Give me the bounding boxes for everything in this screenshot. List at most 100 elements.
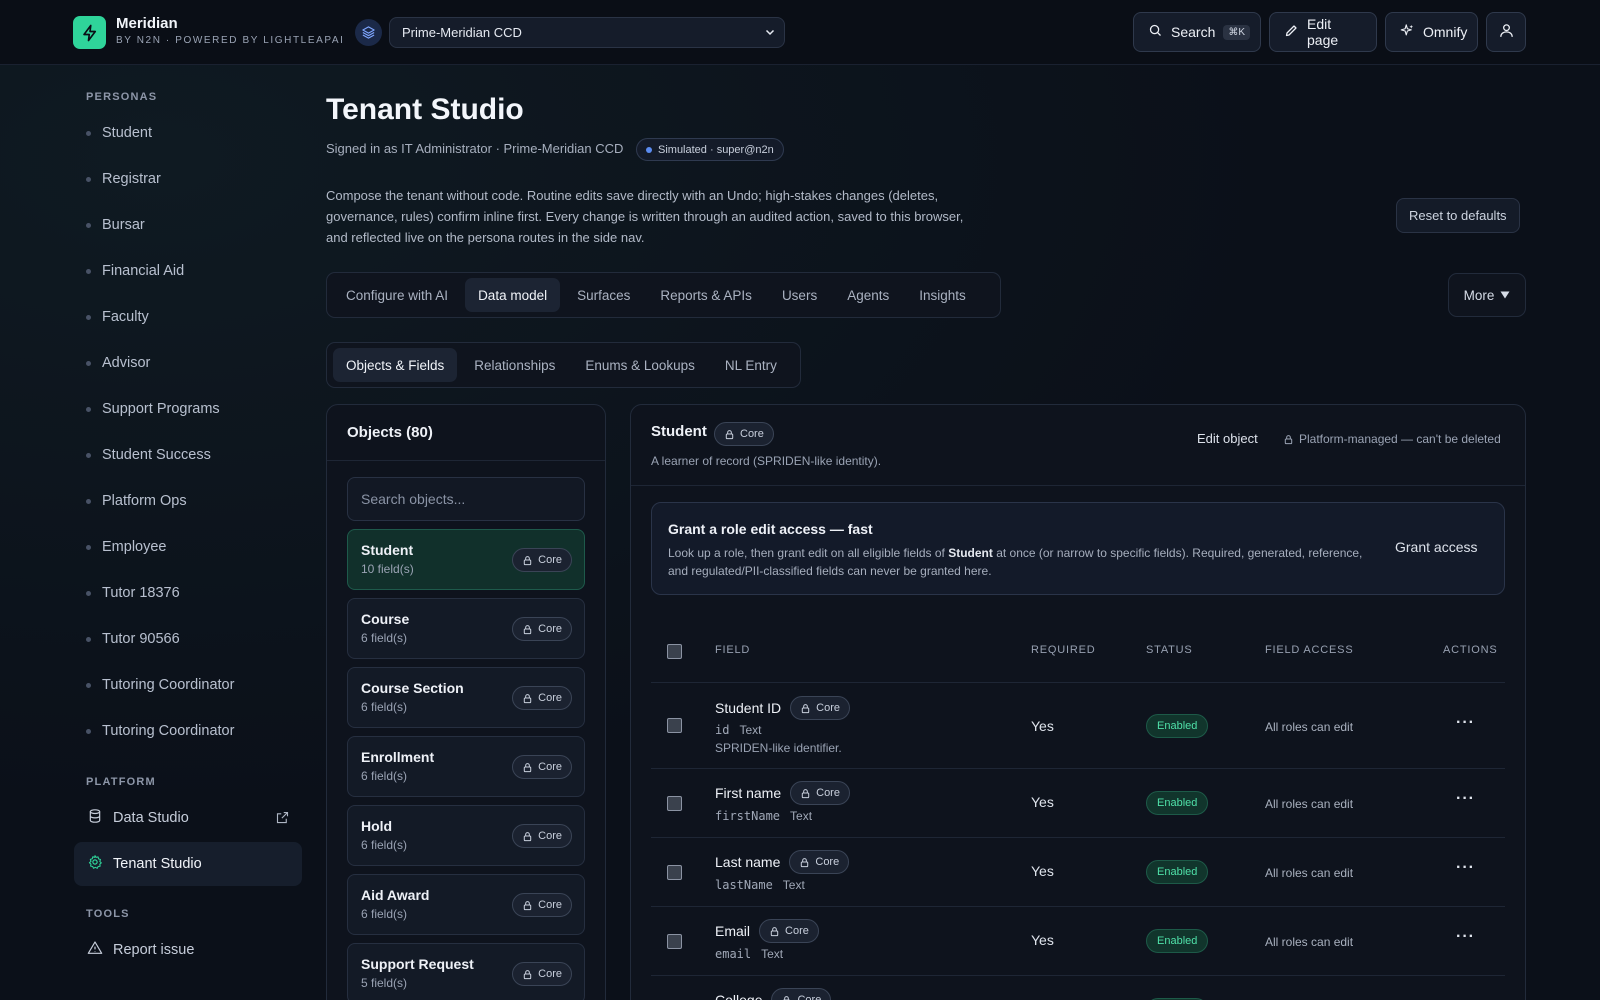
sidebar-item-tenant-studio[interactable]: Tenant Studio — [74, 842, 302, 886]
persona-support-programs[interactable]: Support Programs — [86, 397, 220, 421]
bullet-dot — [86, 314, 91, 320]
column-field-access: FIELD ACCESS — [1265, 644, 1354, 656]
core-badge: Core — [512, 962, 572, 986]
search-button[interactable]: Search ⌘K — [1133, 12, 1261, 52]
tab-relationships[interactable]: Relationships — [461, 348, 568, 382]
tab-configure-with-ai[interactable]: Configure with AI — [333, 278, 461, 312]
field-note: SPRIDEN-like identifier. — [715, 741, 842, 755]
persona-tutoring-coordinator-2[interactable]: Tutoring Coordinator — [86, 719, 234, 743]
persona-tutoring-coordinator[interactable]: Tutoring Coordinator — [86, 673, 234, 697]
object-card-enrollment[interactable]: Enrollment 6 field(s) Core — [347, 736, 585, 797]
object-card-aid-award[interactable]: Aid Award 6 field(s) Core — [347, 874, 585, 935]
grant-access-button[interactable]: Grant access — [1395, 539, 1477, 555]
more-actions-icon[interactable]: ··· — [1456, 790, 1475, 808]
persona-faculty[interactable]: Faculty — [86, 305, 149, 329]
more-tabs-button[interactable]: More — [1448, 273, 1526, 317]
row-checkbox[interactable] — [667, 718, 682, 733]
object-card-course[interactable]: Course 6 field(s) Core — [347, 598, 585, 659]
persona-bursar[interactable]: Bursar — [86, 213, 145, 237]
field-type: Text — [782, 878, 805, 892]
chevron-down-icon — [764, 26, 776, 41]
detail-title: Student — [651, 423, 707, 440]
tab-users[interactable]: Users — [769, 278, 830, 312]
app-subtitle: BY N2N · POWERED BY LIGHTLEAPAI — [116, 35, 345, 46]
tab-enums-lookups[interactable]: Enums & Lookups — [572, 348, 708, 382]
bolt-logo-icon[interactable] — [73, 16, 106, 49]
core-badge-label: Core — [816, 702, 840, 714]
tab-surfaces[interactable]: Surfaces — [564, 278, 643, 312]
search-objects-input[interactable] — [347, 477, 585, 521]
core-badge: Core — [512, 893, 572, 917]
field-access: All roles can edit — [1265, 935, 1354, 949]
persona-platform-ops[interactable]: Platform Ops — [86, 489, 187, 513]
more-actions-icon[interactable]: ··· — [1456, 928, 1475, 946]
user-menu-button[interactable] — [1486, 12, 1526, 52]
sidebar-item-data-studio[interactable]: Data Studio — [74, 796, 302, 840]
column-status: STATUS — [1146, 644, 1193, 656]
core-badge-label: Core — [740, 428, 764, 440]
persona-label: Advisor — [102, 355, 151, 371]
tab-insights[interactable]: Insights — [906, 278, 979, 312]
user-icon — [1498, 22, 1515, 42]
field-name: Email — [715, 923, 751, 939]
field-name: College — [715, 992, 763, 1000]
edit-object-button[interactable]: Edit object — [1197, 431, 1258, 446]
persona-label: Platform Ops — [102, 493, 187, 509]
tenant-select[interactable]: Prime-Meridian CCD — [389, 17, 785, 48]
core-badge-label: Core — [797, 994, 822, 1000]
persona-employee[interactable]: Employee — [86, 535, 166, 559]
reset-to-defaults-button[interactable]: Reset to defaults — [1396, 198, 1520, 233]
tab-data-model[interactable]: Data model — [465, 278, 561, 312]
sidebar-item-report-issue[interactable]: Report issue — [74, 928, 302, 972]
tab-objects-fields[interactable]: Objects & Fields — [333, 348, 458, 382]
table-row: First name Core firstName Text Yes Enabl… — [651, 769, 1505, 838]
object-card-course-section[interactable]: Course Section 6 field(s) Core — [347, 667, 585, 728]
bullet-dot — [86, 682, 91, 688]
lock-icon — [523, 624, 532, 634]
core-badge: Core — [790, 781, 850, 805]
core-badge: Core — [512, 617, 572, 641]
object-card-hold[interactable]: Hold 6 field(s) Core — [347, 805, 585, 866]
more-actions-icon[interactable]: ··· — [1456, 859, 1475, 877]
object-card-support-request[interactable]: Support Request 5 field(s) Core — [347, 943, 585, 1000]
tab-reports-apis[interactable]: Reports & APIs — [647, 278, 765, 312]
edit-page-button[interactable]: Edit page — [1269, 12, 1377, 52]
persona-registrar[interactable]: Registrar — [86, 167, 161, 191]
search-button-label: Search — [1171, 24, 1216, 40]
omnify-button[interactable]: Omnify — [1385, 12, 1478, 52]
row-checkbox[interactable] — [667, 865, 682, 880]
persona-student-success[interactable]: Student Success — [86, 443, 211, 467]
lock-icon — [801, 857, 809, 867]
fields-table-header: FIELD REQUIRED STATUS FIELD ACCESS ACTIO… — [651, 620, 1505, 683]
persona-advisor[interactable]: Advisor — [86, 351, 150, 375]
top-bar: Meridian BY N2N · POWERED BY LIGHTLEAPAI… — [0, 0, 1600, 65]
tab-nl-entry[interactable]: NL Entry — [712, 348, 790, 382]
column-required: REQUIRED — [1031, 644, 1096, 656]
lock-icon — [801, 703, 810, 713]
page-description: Compose the tenant without code. Routine… — [326, 188, 964, 245]
field-key: lastName — [715, 878, 773, 892]
select-all-checkbox[interactable] — [667, 644, 682, 659]
persona-student[interactable]: Student — [86, 121, 152, 145]
table-row: Last name Core lastName Text Yes Enabled… — [651, 838, 1505, 907]
row-checkbox[interactable] — [667, 796, 682, 811]
field-key: id — [715, 723, 730, 737]
persona-financial-aid[interactable]: Financial Aid — [86, 259, 184, 283]
object-card-student[interactable]: Student 10 field(s) Core — [347, 529, 585, 590]
tab-agents[interactable]: Agents — [834, 278, 902, 312]
bullet-dot — [86, 728, 91, 734]
lock-icon — [1284, 434, 1293, 444]
persona-tutor-18376[interactable]: Tutor 18376 — [86, 581, 180, 605]
grant-access-callout: Grant a role edit access — fast Look up … — [651, 502, 1505, 595]
row-checkbox[interactable] — [667, 934, 682, 949]
core-badge: Core — [512, 548, 572, 572]
persona-label: Student Success — [102, 447, 211, 463]
persona-tutor-90566[interactable]: Tutor 90566 — [86, 627, 180, 651]
field-type: Text — [761, 947, 784, 961]
core-badge: Core — [512, 755, 572, 779]
external-link-icon[interactable] — [275, 810, 290, 829]
sidebar-item-label: Report issue — [113, 942, 195, 958]
warning-icon — [87, 940, 103, 960]
bullet-dot — [86, 130, 91, 136]
more-actions-icon[interactable]: ··· — [1456, 714, 1475, 732]
